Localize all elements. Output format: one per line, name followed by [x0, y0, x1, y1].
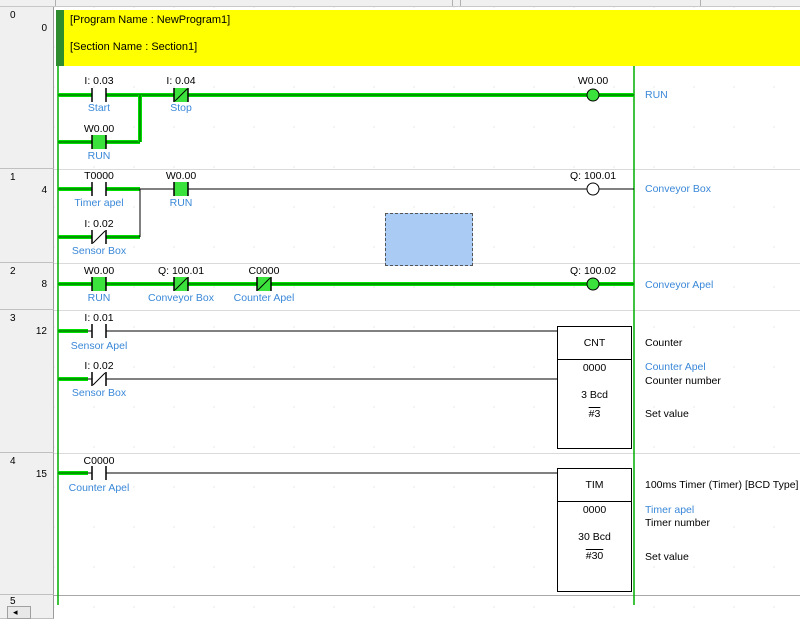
contact-comment: Start — [87, 102, 111, 114]
rung-index: 0 — [10, 10, 16, 21]
rung-index: 4 — [10, 456, 16, 467]
contact-address: I: 0.02 — [84, 360, 114, 372]
coil-comment: Conveyor Box — [645, 183, 711, 195]
operand-description: Timer number — [645, 517, 710, 529]
contact-address: I: 0.04 — [166, 75, 196, 87]
rung-divider — [54, 310, 800, 311]
section-header[interactable]: [Program Name : NewProgram1] [Section Na… — [56, 10, 800, 66]
set-value-description: Set value — [645, 551, 689, 563]
block-set-value: 30 Bcd — [578, 531, 611, 543]
contact-address: W0.00 — [165, 170, 197, 182]
section-name: [Section Name : Section1] — [70, 41, 198, 53]
block-name: TIM — [558, 469, 631, 502]
rung-divider — [54, 453, 800, 454]
coil-address: W0.00 — [577, 75, 609, 87]
block-operand: 0000 — [582, 362, 607, 374]
contact-address: I: 0.03 — [84, 75, 114, 87]
horizontal-scrollbar[interactable]: ◂ — [7, 606, 31, 619]
block-description: Counter — [645, 337, 683, 349]
rung-divider — [54, 595, 800, 596]
rung-index: 2 — [10, 266, 16, 277]
operand-description: Counter number — [645, 375, 721, 387]
contact-address: I: 0.01 — [84, 312, 114, 324]
block-name: CNT — [558, 327, 631, 360]
set-value-description: Set value — [645, 408, 689, 420]
program-name: [Program Name : NewProgram1] — [70, 14, 231, 26]
rung-step: 15 — [35, 469, 47, 480]
column-ruler — [0, 0, 800, 7]
rung-number-2[interactable]: 2 8 — [0, 263, 54, 310]
contact-comment: Counter Apel — [68, 482, 130, 494]
block-operand: 0000 — [582, 504, 607, 516]
contact-address: C0000 — [83, 455, 115, 467]
contact-comment: Timer apel — [74, 197, 124, 209]
operand-comment: Counter Apel — [645, 361, 706, 373]
rung-step: 12 — [35, 326, 47, 337]
coil-address: Q: 100.02 — [569, 265, 617, 277]
contact-address: W0.00 — [83, 265, 115, 277]
rung-step: 0 — [41, 23, 47, 34]
block-set-const: #30 — [585, 550, 604, 562]
contact-address: I: 0.02 — [84, 218, 114, 230]
rung-number-1[interactable]: 1 4 — [0, 169, 54, 263]
rung-number-3[interactable]: 3 12 — [0, 310, 54, 453]
contact-comment: Sensor Apel — [70, 340, 128, 352]
contact-address: T0000 — [84, 170, 114, 182]
coil-comment: Conveyor Apel — [645, 279, 714, 291]
rung-number-0[interactable]: 0 0 — [0, 7, 54, 169]
contact-comment: RUN — [87, 292, 111, 304]
contact-comment: Sensor Box — [71, 387, 127, 399]
rung-step: 4 — [41, 185, 47, 196]
contact-address: Q: 100.01 — [157, 265, 205, 277]
selection-cursor[interactable] — [385, 213, 473, 266]
operand-comment: Timer apel — [645, 504, 695, 516]
block-set-value: 3 Bcd — [581, 389, 608, 401]
rung-index: 3 — [10, 313, 16, 324]
contact-comment: Conveyor Box — [148, 292, 214, 304]
contact-comment: Counter Apel — [233, 292, 295, 304]
rung-index: 1 — [10, 172, 16, 183]
contact-comment: RUN — [87, 150, 111, 162]
contact-comment: Sensor Box — [71, 245, 127, 257]
rung-step: 8 — [41, 279, 47, 290]
contact-address: C0000 — [248, 265, 280, 277]
block-set-const: #3 — [588, 408, 601, 420]
contact-address: W0.00 — [83, 123, 115, 135]
timer-block[interactable]: TIM 0000 30 Bcd #30 — [557, 468, 632, 592]
coil-address: Q: 100.01 — [569, 170, 617, 182]
counter-block[interactable]: CNT 0000 3 Bcd #3 — [557, 326, 632, 449]
contact-comment: Stop — [170, 102, 192, 114]
contact-comment: RUN — [169, 197, 193, 209]
scroll-left-icon[interactable]: ◂ — [13, 607, 18, 618]
block-description: 100ms Timer (Timer) [BCD Type] — [645, 479, 799, 491]
rung-number-4[interactable]: 4 15 — [0, 453, 54, 595]
coil-comment: RUN — [645, 89, 668, 101]
